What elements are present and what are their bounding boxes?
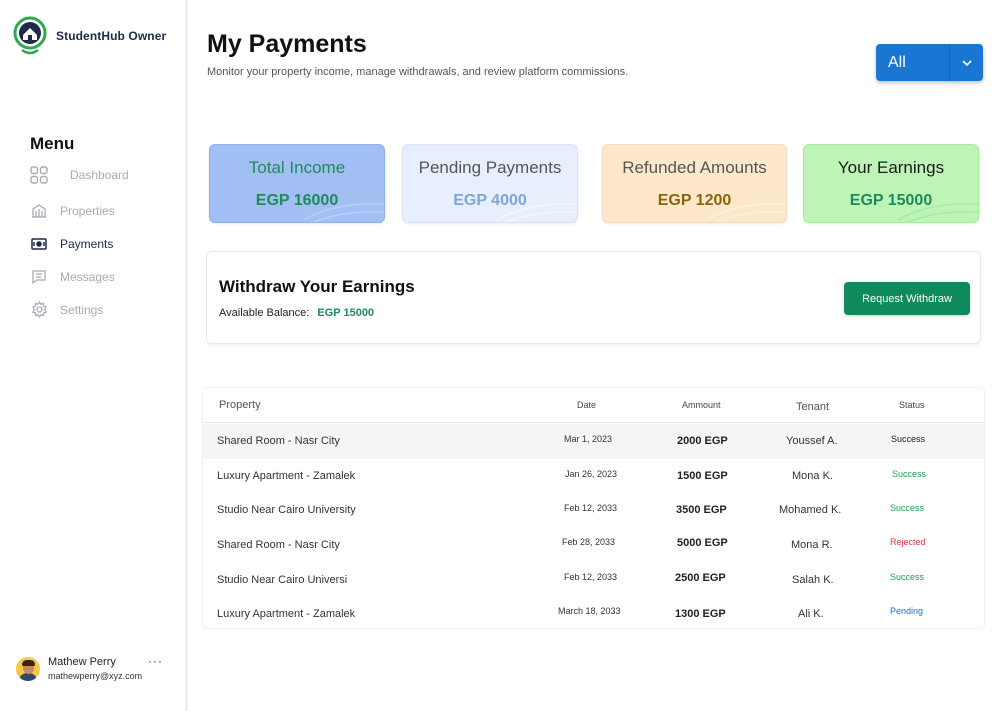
- status-badge: Pending: [890, 606, 924, 616]
- card-title: Total Income: [248, 158, 346, 177]
- brand-logo-icon: [13, 16, 47, 55]
- table-row[interactable]: Studio Near Cairo University Feb 12, 203…: [203, 493, 984, 528]
- sidebar-item-properties[interactable]: Properties: [30, 194, 180, 227]
- sidebar-item-label: Dashboard: [70, 168, 129, 182]
- withdraw-title: Withdraw Your Earnings: [219, 277, 415, 296]
- column-header-status[interactable]: Status: [899, 400, 925, 410]
- cell-date: March 18, 2033: [558, 606, 621, 616]
- filter-value: All: [888, 53, 906, 71]
- sidebar-item-label: Properties: [60, 203, 115, 218]
- cell-property: Studio Near Cairo Universi: [217, 574, 348, 586]
- column-header-property[interactable]: Property: [219, 399, 261, 411]
- cell-tenant: Mona R.: [791, 539, 833, 551]
- cell-tenant: Mohamed K.: [779, 504, 842, 516]
- cell-amount: 2500 EGP: [675, 572, 726, 584]
- refunded-amounts-card: Refunded Amounts EGP 1200: [602, 144, 787, 223]
- user-info: Mathew Perry mathewperry@xyz.com: [48, 656, 142, 681]
- column-header-amount[interactable]: Ammount: [682, 400, 721, 410]
- payments-icon: [30, 235, 48, 253]
- cell-amount: 2000 EGP: [677, 435, 728, 447]
- building-icon: [30, 202, 48, 220]
- cell-tenant: Ali K.: [798, 608, 824, 620]
- table-row[interactable]: Studio Near Cairo Universi Feb 12, 2033 …: [203, 563, 984, 598]
- brand[interactable]: StudentHub Owner: [12, 16, 166, 56]
- user-email: mathewperry@xyz.com: [48, 671, 143, 681]
- cell-property: Shared Room - Nasr City: [217, 435, 340, 447]
- cell-property: Luxury Apartment - Zamalek: [217, 608, 356, 620]
- chevron-down-icon[interactable]: [949, 44, 983, 81]
- sidebar-item-payments[interactable]: Payments: [30, 227, 180, 260]
- cell-tenant: Salah K.: [792, 574, 834, 586]
- available-balance: Available Balance: EGP 15000: [219, 307, 374, 319]
- status-badge: Rejected: [890, 537, 926, 547]
- balance-value: EGP 15000: [317, 307, 375, 319]
- sidebar-item-dashboard[interactable]: Dashboard: [30, 162, 180, 188]
- table-row[interactable]: Luxury Apartment - Zamalek March 18, 203…: [203, 597, 984, 632]
- cell-tenant: Youssef A.: [786, 435, 838, 447]
- sidebar-item-label: Settings: [60, 302, 104, 317]
- column-header-date[interactable]: Date: [577, 400, 596, 410]
- status-badge: Success: [890, 572, 925, 582]
- cell-date: Feb 12, 2033: [564, 572, 618, 582]
- table-header: Property Date Ammount Tenant Status: [203, 388, 984, 423]
- stat-cards: Total Income EGP 16000 Pending Payments …: [209, 144, 979, 223]
- cell-amount: 5000 EGP: [677, 537, 728, 549]
- avatar: [16, 656, 40, 681]
- request-withdraw-button[interactable]: Request Withdraw: [844, 282, 970, 315]
- more-options-icon[interactable]: ···: [148, 654, 163, 668]
- sidebar-item-label: Payments: [60, 236, 114, 251]
- cell-date: Feb 28, 2033: [562, 537, 616, 547]
- sidebar-item-settings[interactable]: Settings: [30, 293, 180, 326]
- withdraw-panel: Withdraw Your Earnings Available Balance…: [206, 251, 981, 344]
- card-value: EGP 16000: [255, 192, 339, 209]
- sidebar-nav: Dashboard Properties Payments Messages S…: [30, 162, 180, 326]
- total-income-card: Total Income EGP 16000: [209, 144, 385, 223]
- balance-label: Available Balance:: [219, 307, 310, 319]
- table-row[interactable]: Shared Room - Nasr City Mar 1, 2023 2000…: [203, 424, 984, 459]
- pending-payments-card: Pending Payments EGP 4000: [402, 144, 578, 223]
- table-row[interactable]: Luxury Apartment - Zamalek Jan 26, 2023 …: [203, 459, 984, 494]
- cell-amount: 1300 EGP: [675, 608, 726, 620]
- cell-property: Studio Near Cairo University: [217, 504, 356, 516]
- card-value: EGP 4000: [453, 192, 527, 209]
- app-root: StudentHub Owner Menu Dashboard Properti…: [0, 0, 1000, 711]
- cell-date: Feb 12, 2033: [564, 503, 618, 513]
- status-badge: Success: [891, 434, 926, 444]
- sidebar-item-messages[interactable]: Messages: [30, 260, 180, 293]
- sidebar-item-label: Messages: [60, 269, 115, 284]
- your-earnings-card: Your Earnings EGP 15000: [803, 144, 979, 223]
- table-row[interactable]: Shared Room - Nasr City Feb 28, 2033 500…: [203, 528, 984, 563]
- dashboard-icon: [30, 166, 48, 184]
- gear-icon: [30, 301, 48, 319]
- cell-tenant: Mona K.: [792, 470, 833, 482]
- card-title: Pending Payments: [418, 158, 562, 177]
- status-badge: Success: [892, 469, 927, 479]
- cell-property: Shared Room - Nasr City: [217, 539, 340, 551]
- brand-name: StudentHub Owner: [56, 29, 167, 43]
- column-header-tenant[interactable]: Tenant: [796, 401, 829, 413]
- page-title: My Payments: [207, 30, 367, 58]
- payments-table: Property Date Ammount Tenant Status Shar…: [202, 387, 985, 629]
- sidebar: StudentHub Owner Menu Dashboard Properti…: [0, 0, 188, 711]
- card-value: EGP 1200: [657, 192, 732, 209]
- page-subtitle: Monitor your property income, manage wit…: [207, 66, 629, 78]
- user-name: Mathew Perry: [48, 656, 116, 668]
- card-title: Your Earnings: [837, 158, 945, 177]
- message-icon: [30, 268, 48, 286]
- filter-dropdown[interactable]: All: [876, 44, 983, 81]
- menu-title: Menu: [30, 134, 75, 153]
- status-badge: Success: [890, 503, 925, 513]
- cell-amount: 3500 EGP: [676, 504, 727, 516]
- cell-amount: 1500 EGP: [677, 470, 728, 482]
- card-value: EGP 15000: [849, 192, 933, 209]
- cell-date: Jan 26, 2023: [565, 469, 618, 479]
- cell-date: Mar 1, 2023: [564, 434, 613, 444]
- card-title: Refunded Amounts: [622, 158, 767, 177]
- cell-property: Luxury Apartment - Zamalek: [217, 470, 356, 482]
- user-profile[interactable]: Mathew Perry mathewperry@xyz.com ···: [16, 654, 166, 681]
